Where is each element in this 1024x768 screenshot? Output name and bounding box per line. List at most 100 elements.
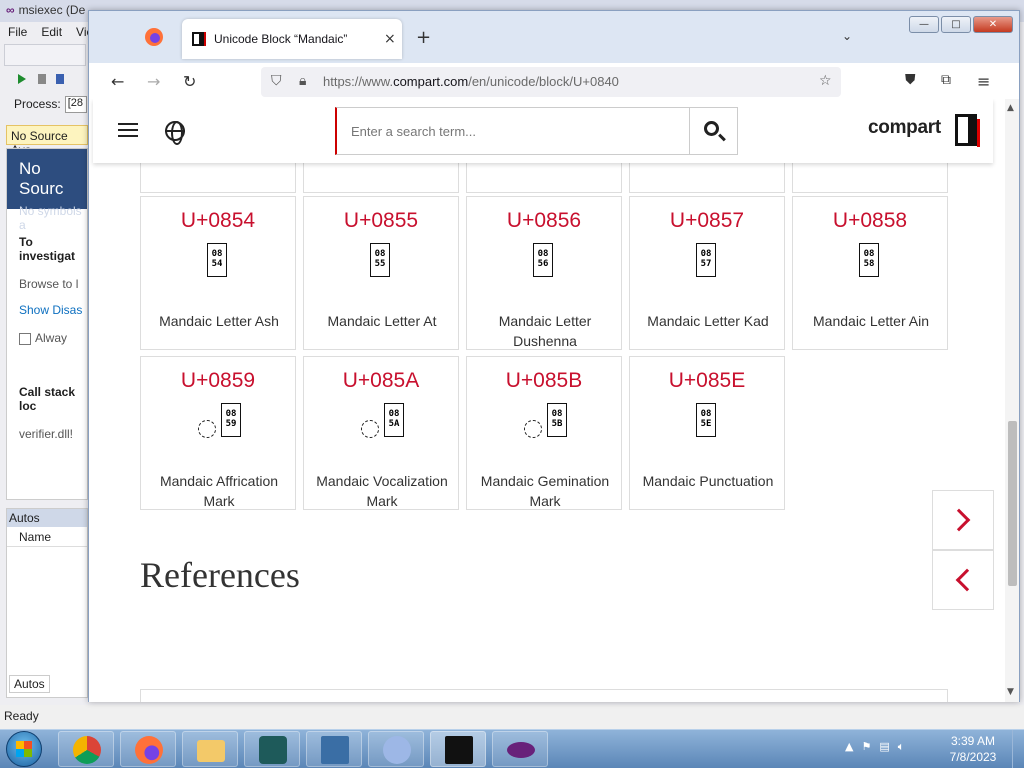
forward-icon[interactable]: → bbox=[147, 72, 160, 91]
page-content: compart 084FMandaic Letter In0850Mandaic… bbox=[89, 99, 1005, 702]
firefox-tab-icon[interactable] bbox=[143, 26, 169, 50]
compart-logo[interactable]: compart bbox=[868, 117, 941, 139]
debug-toolbar bbox=[4, 68, 86, 90]
visual-studio-icon bbox=[507, 742, 535, 758]
code-point: U+0858 bbox=[832, 209, 908, 232]
start-button[interactable] bbox=[6, 731, 42, 767]
pocket-icon[interactable]: ⛊ bbox=[905, 72, 916, 88]
glyph-placeholder: 08 5B bbox=[547, 403, 567, 437]
investigate-heading: To investigat bbox=[19, 235, 76, 263]
combining-circle-icon bbox=[198, 420, 216, 438]
taskbar-app-4[interactable] bbox=[244, 731, 300, 767]
url-prefix: https://www. bbox=[323, 74, 394, 89]
clock[interactable]: 3:39 AM 7/8/2023 bbox=[940, 733, 1006, 765]
reload-icon[interactable]: ↻ bbox=[183, 72, 196, 91]
url-path: /en/unicode/block/U+0840 bbox=[468, 74, 619, 89]
shield-icon[interactable]: ⛉ bbox=[271, 73, 282, 89]
next-page-button[interactable] bbox=[932, 490, 994, 550]
action-center-icon[interactable]: ⚑ bbox=[861, 740, 871, 754]
back-icon[interactable]: ← bbox=[111, 72, 124, 91]
bookmark-star-icon[interactable]: ☆ bbox=[819, 73, 832, 89]
character-name: Mandaic Letter Ash bbox=[159, 313, 279, 329]
source-tab[interactable]: No Source Ava bbox=[6, 125, 88, 157]
character-card[interactable]: U+0857 08 57 Mandaic Letter Kad bbox=[629, 196, 785, 350]
volume-icon[interactable]: 🔈︎ bbox=[898, 740, 905, 754]
lock-icon[interactable]: 🔒︎ bbox=[299, 73, 306, 89]
desktop: ∞ msiexec (De File Edit Vie Process: [28 … bbox=[0, 0, 1024, 768]
terminal-icon bbox=[445, 736, 473, 764]
character-name: Mandaic Punctuation bbox=[642, 473, 774, 489]
tab-close-icon[interactable]: × bbox=[384, 31, 396, 47]
pause-icon[interactable] bbox=[38, 74, 46, 84]
glyph-placeholder: 08 55 bbox=[370, 243, 390, 277]
character-card[interactable]: U+0858 08 58 Mandaic Letter Ain bbox=[792, 196, 948, 350]
character-name: Mandaic Letter Kad bbox=[647, 313, 769, 329]
list-tabs-icon[interactable]: ⌄ bbox=[842, 29, 852, 43]
taskbar-visual-studio[interactable] bbox=[492, 731, 548, 767]
taskbar-app-7[interactable] bbox=[430, 731, 486, 767]
always-checkbox[interactable] bbox=[19, 332, 31, 345]
menu-edit[interactable]: Edit bbox=[41, 25, 62, 42]
character-card[interactable]: U+0859 08 59 Mandaic Affrication Mark bbox=[140, 356, 296, 510]
glyph-hex: 55 bbox=[374, 259, 386, 269]
show-hidden-icons-icon[interactable]: ▲ bbox=[845, 740, 853, 754]
app-menu-icon[interactable]: ≡ bbox=[977, 72, 990, 91]
process-select[interactable]: [28 bbox=[64, 95, 87, 113]
scroll-up-icon[interactable]: ▲ bbox=[1007, 103, 1014, 113]
clock-date: 7/8/2023 bbox=[949, 750, 997, 764]
code-point: U+0856 bbox=[506, 209, 582, 232]
taskbar-app-6[interactable] bbox=[368, 731, 424, 767]
code-point: U+085B bbox=[505, 369, 583, 392]
taskbar-app-5[interactable] bbox=[306, 731, 362, 767]
scroll-down-icon[interactable]: ▼ bbox=[1007, 687, 1014, 697]
search-input[interactable] bbox=[337, 108, 691, 154]
url-bar[interactable]: ⛉ 🔒︎ https://www.compart.com/en/unicode/… bbox=[261, 67, 841, 97]
vs-logo-icon: ∞ bbox=[6, 3, 15, 17]
glyph-hex: 59 bbox=[225, 419, 237, 429]
autos-title: Autos bbox=[7, 509, 87, 527]
glyph-hex: 57 bbox=[700, 259, 712, 269]
autos-tab[interactable]: Autos bbox=[9, 675, 50, 693]
browse-link[interactable]: Browse to l bbox=[19, 277, 87, 291]
combining-circle-icon bbox=[524, 420, 542, 438]
clock-time: 3:39 AM bbox=[950, 734, 996, 748]
always-label: Alway bbox=[35, 331, 68, 345]
url-text[interactable]: https://www.compart.com/en/unicode/block… bbox=[323, 74, 619, 89]
continue-icon[interactable] bbox=[18, 74, 26, 84]
process-bar: Process: [28 bbox=[4, 94, 88, 114]
minimize-button[interactable]: — bbox=[909, 16, 939, 33]
character-card[interactable]: U+0856 08 56 Mandaic Letter Dushenna bbox=[466, 196, 622, 350]
taskbar-chrome[interactable] bbox=[58, 731, 114, 767]
show-desktop-button[interactable] bbox=[1012, 730, 1024, 768]
previous-page-button[interactable] bbox=[932, 550, 994, 610]
url-domain: compart.com bbox=[393, 74, 469, 89]
character-card[interactable]: U+085B 08 5B Mandaic Gemination Mark bbox=[466, 356, 622, 510]
menu-file[interactable]: File bbox=[8, 25, 27, 42]
new-tab-button[interactable]: + bbox=[416, 27, 431, 48]
language-globe-icon[interactable] bbox=[165, 121, 185, 145]
character-card[interactable]: U+085E 08 5E Mandaic Punctuation bbox=[629, 356, 785, 510]
character-card[interactable]: U+0855 08 55 Mandaic Letter At bbox=[303, 196, 459, 350]
character-card[interactable]: U+085A 08 5A Mandaic Vocalization Mark bbox=[303, 356, 459, 510]
references-box bbox=[140, 689, 948, 702]
verifier-text: verifier.dll! bbox=[19, 427, 74, 441]
scrollbar-thumb[interactable] bbox=[1008, 421, 1017, 586]
maximize-button[interactable]: □ bbox=[941, 16, 971, 33]
glyph-hex: 08 bbox=[700, 249, 712, 259]
network-icon[interactable]: ▤ bbox=[879, 740, 889, 754]
extensions-icon[interactable]: ⧉ bbox=[941, 72, 951, 88]
taskbar-firefox[interactable] bbox=[120, 731, 176, 767]
show-disassembly-link[interactable]: Show Disas bbox=[19, 303, 87, 317]
glyph-hex: 08 bbox=[211, 249, 223, 259]
character-card[interactable]: U+0854 08 54 Mandaic Letter Ash bbox=[140, 196, 296, 350]
hamburger-menu-icon[interactable] bbox=[118, 123, 138, 137]
compart-logo-icon bbox=[955, 114, 980, 147]
active-tab[interactable]: Unicode Block “Mandaic” × bbox=[182, 19, 402, 59]
search-button[interactable] bbox=[689, 108, 737, 154]
autos-column-name[interactable]: Name bbox=[7, 527, 87, 547]
character-name: Mandaic Letter Dushenna bbox=[498, 313, 592, 349]
close-window-button[interactable]: ✕ bbox=[973, 16, 1013, 33]
stop-icon[interactable] bbox=[56, 74, 64, 84]
page-scrollbar[interactable]: ▲ ▼ bbox=[1005, 99, 1019, 702]
taskbar-explorer[interactable] bbox=[182, 731, 238, 767]
